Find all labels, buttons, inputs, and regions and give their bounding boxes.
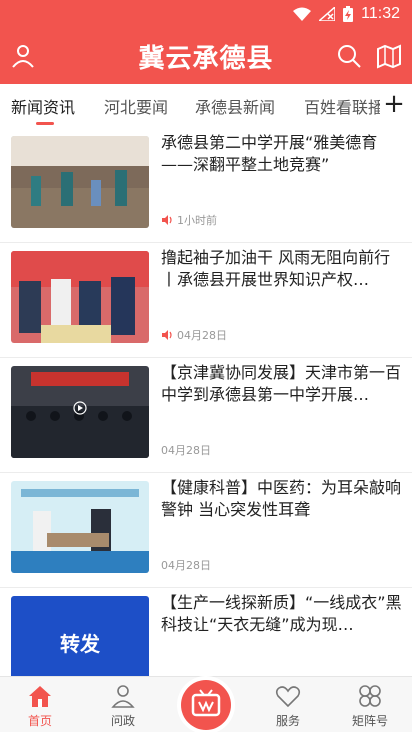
news-title: 撸起袖子加油干 风雨无阻向前行丨承德县开展世界知识产权… — [161, 248, 391, 289]
app-bar: 冀云承德县 — [0, 28, 412, 84]
heart-icon — [275, 686, 301, 708]
thumbnail-text: 转发 — [60, 631, 100, 656]
category-tabs: 新闻资讯 河北要闻 承德县新闻 百姓看联播 + — [0, 84, 412, 128]
news-time: 04月28日 — [161, 444, 211, 457]
news-meta: 04月28日 — [161, 442, 211, 458]
news-title: 【京津冀协同发展】天津市第一百中学到承德县第一中学开展… — [161, 363, 402, 404]
tab-chengde-news[interactable]: 承德县新闻 — [195, 94, 275, 118]
home-icon — [29, 686, 51, 707]
bottom-tab-wenzheng[interactable]: 问政 — [93, 683, 153, 729]
status-time: 11:32 — [361, 5, 400, 22]
bottom-tab-matrix[interactable]: 矩阵号 — [340, 683, 400, 729]
news-title: 【生产一线探新质】“一线成衣”黑科技让“天衣无缝”成为现… — [161, 593, 402, 634]
wifi-icon — [293, 7, 312, 21]
bottom-tab-service[interactable]: 服务 — [258, 683, 318, 729]
map-icon[interactable] — [376, 43, 402, 69]
battery-charging-icon — [343, 6, 354, 22]
news-feed: 承德县第二中学开展“雅美德育——深翻平整土地竞赛” 1小时前 撸起袖子加油干 风… — [0, 128, 412, 676]
news-item[interactable]: 撸起袖子加油干 风雨无阻向前行丨承德县开展世界知识产权… 04月28日 — [0, 243, 412, 358]
news-item[interactable]: 转发 【生产一线探新质】“一线成衣”黑科技让“天衣无缝”成为现… — [0, 588, 412, 676]
plus-icon[interactable]: + — [380, 90, 408, 120]
speaker-icon[interactable] — [161, 329, 173, 341]
news-time: 1小时前 — [177, 214, 217, 227]
tab-hebei[interactable]: 河北要闻 — [104, 94, 168, 118]
tab-indicator — [36, 122, 54, 125]
search-icon[interactable] — [336, 43, 362, 69]
center-tv-button[interactable] — [181, 680, 231, 730]
news-meta: 04月28日 — [161, 327, 227, 343]
grid-icon — [359, 685, 381, 707]
news-meta: 04月28日 — [161, 557, 211, 573]
news-title: 承德县第二中学开展“雅美德育——深翻平整土地竞赛” — [161, 133, 378, 174]
news-item[interactable]: 【健康科普】中医药：为耳朵敲响警钟 当心突发性耳聋 04月28日 — [0, 473, 412, 588]
signal-off-icon — [319, 7, 336, 21]
tab-news[interactable]: 新闻资讯 — [11, 94, 75, 118]
news-thumbnail: 转发 — [11, 596, 149, 676]
news-thumbnail — [11, 366, 149, 458]
bottom-tab-label: 服务 — [275, 714, 300, 728]
news-thumbnail — [11, 251, 149, 343]
news-item[interactable]: 承德县第二中学开展“雅美德育——深翻平整土地竞赛” 1小时前 — [0, 128, 412, 243]
news-time: 04月28日 — [161, 559, 211, 572]
news-thumbnail — [11, 136, 149, 228]
tv-icon — [191, 689, 221, 717]
news-thumbnail — [11, 481, 149, 573]
bottom-tab-home[interactable]: 首页 — [10, 683, 70, 729]
news-title: 【健康科普】中医药：为耳朵敲响警钟 当心突发性耳聋 — [161, 478, 402, 519]
bottom-tab-label: 问政 — [110, 714, 135, 728]
bottom-tab-label: 首页 — [27, 714, 52, 728]
speaker-icon[interactable] — [161, 214, 173, 226]
news-time: 04月28日 — [177, 329, 227, 342]
user-icon — [111, 685, 135, 708]
news-meta: 1小时前 — [161, 212, 217, 228]
news-item[interactable]: 【京津冀协同发展】天津市第一百中学到承德县第一中学开展… 04月28日 — [0, 358, 412, 473]
status-bar: 11:32 — [0, 0, 412, 28]
tab-broadcast[interactable]: 百姓看联播 — [304, 94, 384, 118]
bottom-tab-label: 矩阵号 — [351, 714, 388, 728]
